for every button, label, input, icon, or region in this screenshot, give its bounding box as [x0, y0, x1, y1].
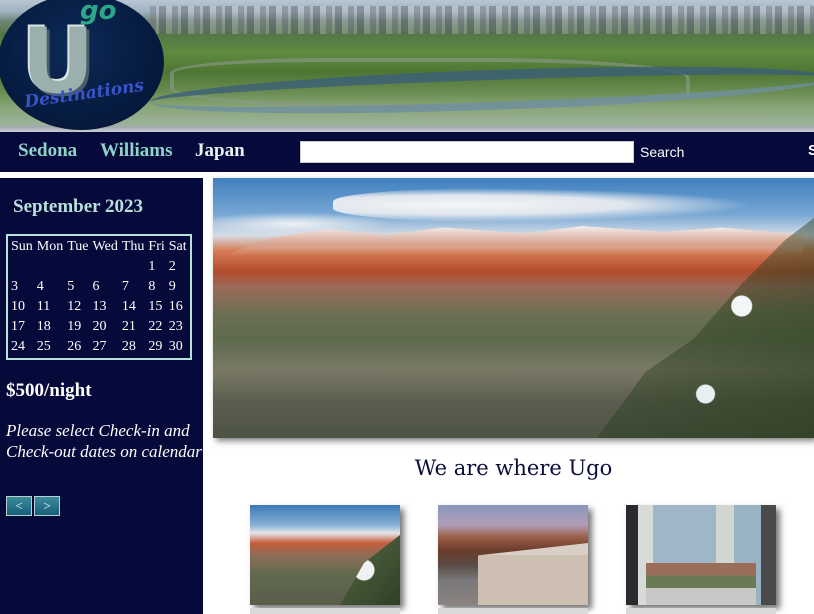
calendar-day[interactable]: 5 [65, 277, 90, 297]
calendar-day[interactable]: 1 [146, 257, 166, 277]
calendar-day[interactable]: 11 [35, 297, 65, 317]
calendar-prev-button[interactable]: < [6, 496, 32, 516]
calendar-day[interactable]: 10 [9, 297, 35, 317]
search-input[interactable] [300, 141, 634, 163]
calendar: Sun Mon Tue Wed Thu Fri Sat 1 2 3 4 5 6 … [6, 234, 192, 360]
calendar-day[interactable]: 3 [9, 277, 35, 297]
gallery-caption-strip [438, 608, 588, 614]
calendar-day[interactable]: 25 [35, 337, 65, 357]
calendar-day [35, 257, 65, 277]
calendar-day[interactable]: 6 [91, 277, 120, 297]
gallery-thumbnail-house-exterior[interactable] [438, 505, 588, 605]
calendar-day[interactable]: 17 [9, 317, 35, 337]
gallery-caption-strip [626, 608, 776, 614]
calendar-day[interactable]: 19 [65, 317, 90, 337]
calendar-day [9, 257, 35, 277]
gallery-caption-strip [250, 608, 400, 614]
nav-link-sedona[interactable]: Sedona [18, 140, 77, 162]
calendar-day[interactable]: 30 [167, 337, 189, 357]
weekday-label: Wed [92, 239, 118, 254]
calendar-day [65, 257, 90, 277]
weekday-label: Fri [148, 239, 165, 254]
hero-clouds [333, 188, 753, 222]
calendar-title: September 2023 [13, 196, 143, 217]
calendar-day[interactable]: 2 [167, 257, 189, 277]
nightly-price: $500/night [6, 380, 92, 401]
logo-go-text: go [80, 0, 117, 26]
calendar-day[interactable]: 18 [35, 317, 65, 337]
weekday-label: Sat [168, 239, 187, 254]
calendar-day[interactable]: 8 [146, 277, 166, 297]
city-skyline-image [150, 6, 814, 34]
calendar-day[interactable]: 20 [91, 317, 120, 337]
gallery-thumbnail-dining-room[interactable] [626, 505, 776, 605]
calendar-day[interactable]: 7 [120, 277, 147, 297]
nav-link-japan[interactable]: Japan [195, 140, 245, 162]
calendar-day[interactable]: 23 [167, 317, 189, 337]
calendar-day[interactable]: 12 [65, 297, 90, 317]
search-button[interactable]: Search [640, 141, 684, 163]
weekday-label: Thu [121, 239, 145, 254]
calendar-day[interactable]: 16 [167, 297, 189, 317]
calendar-day[interactable]: 21 [120, 317, 147, 337]
site-logo[interactable]: U go Destinations [0, 0, 164, 130]
calendar-weekday-row: Sun Mon Tue Wed Thu Fri Sat [9, 237, 189, 257]
calendar-day [120, 257, 147, 277]
calendar-day [91, 257, 120, 277]
booking-instructions: Please select Check-in and Check-out dat… [6, 421, 202, 461]
calendar-day[interactable]: 4 [35, 277, 65, 297]
gallery-thumbnail-sedona-view[interactable] [250, 505, 400, 605]
calendar-day[interactable]: 29 [146, 337, 166, 357]
weekday-label: Sun [11, 239, 33, 254]
calendar-week-row: 24 25 26 27 28 29 30 [9, 337, 189, 357]
calendar-week-row: 17 18 19 20 21 22 23 [9, 317, 189, 337]
calendar-next-button[interactable]: > [34, 496, 60, 516]
nav-link-williams[interactable]: Williams [100, 140, 173, 162]
booking-sidebar: September 2023 Sun Mon Tue Wed Thu Fri S… [0, 178, 203, 614]
weekday-label: Mon [36, 239, 64, 254]
calendar-day[interactable]: 22 [146, 317, 166, 337]
tagline-heading: We are where Ugo [414, 456, 613, 480]
calendar-week-row: 3 4 5 6 7 8 9 [9, 277, 189, 297]
calendar-day[interactable]: 24 [9, 337, 35, 357]
calendar-day[interactable]: 14 [120, 297, 147, 317]
calendar-day[interactable]: 26 [65, 337, 90, 357]
calendar-grid: Sun Mon Tue Wed Thu Fri Sat 1 2 3 4 5 6 … [9, 237, 189, 357]
navigation-bar: Sedona Williams Japan Search S [0, 132, 814, 172]
weekday-label: Tue [67, 239, 89, 254]
hero-clouds [213, 212, 393, 236]
calendar-day[interactable]: 9 [167, 277, 189, 297]
calendar-week-row: 10 11 12 13 14 15 16 [9, 297, 189, 317]
calendar-day[interactable]: 27 [91, 337, 120, 357]
hero-image-sedona [213, 178, 814, 438]
calendar-day[interactable]: 28 [120, 337, 147, 357]
calendar-day[interactable]: 13 [91, 297, 120, 317]
header-banner: U go Destinations [0, 0, 814, 132]
calendar-week-row: 1 2 [9, 257, 189, 277]
nav-overflow-text[interactable]: S [808, 142, 814, 159]
calendar-day[interactable]: 15 [146, 297, 166, 317]
